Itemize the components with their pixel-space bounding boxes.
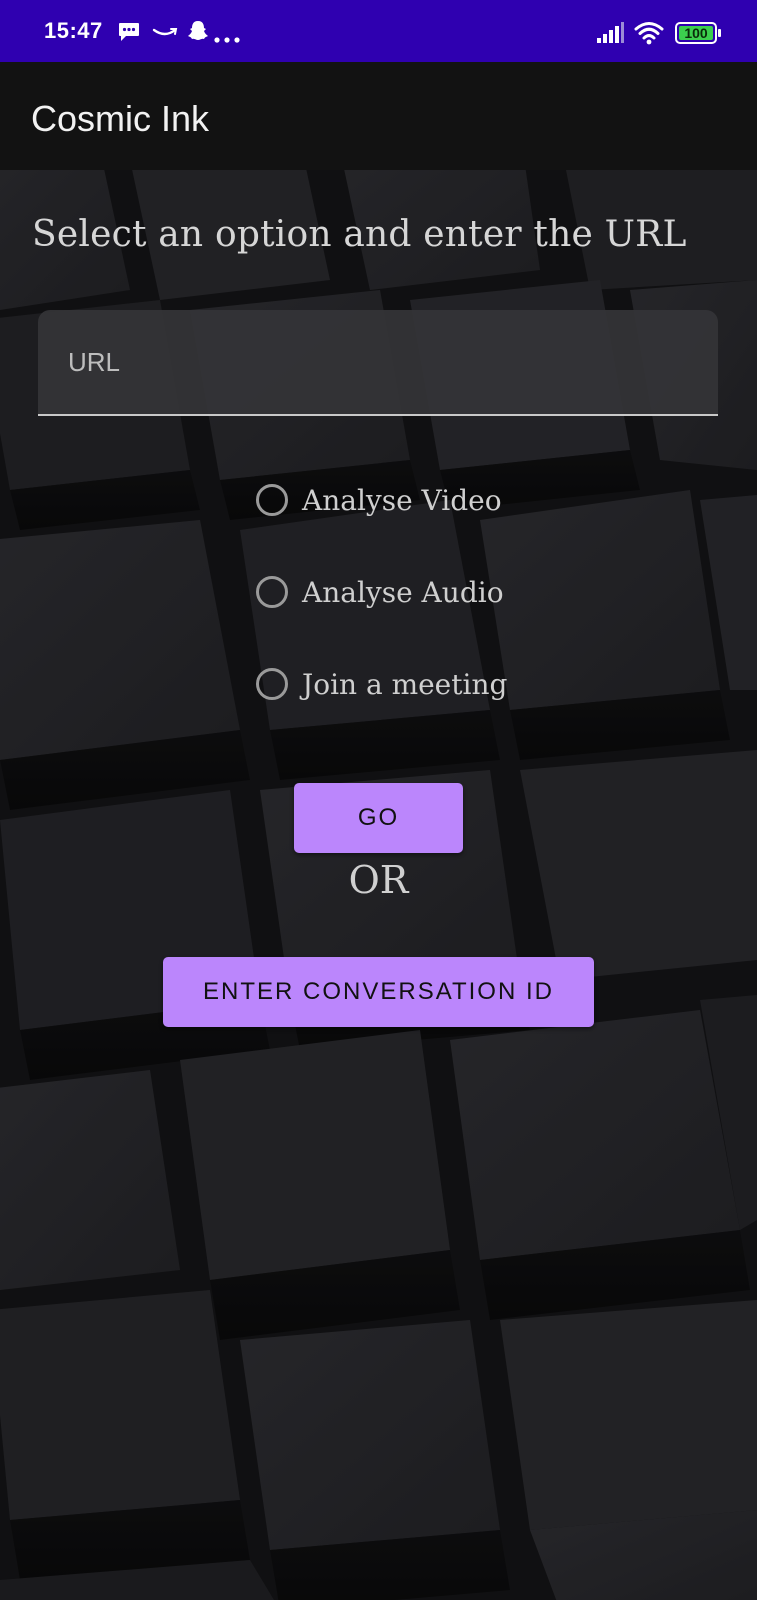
wifi-icon <box>634 20 664 51</box>
radio-circle-icon[interactable] <box>256 668 288 700</box>
screen: 15:47 100 Cosmic Ink Select an option an… <box>0 0 757 1600</box>
or-divider-text: OR <box>348 858 409 902</box>
radio-join-meeting[interactable]: Join a meeting <box>256 659 507 709</box>
radio-circle-icon[interactable] <box>256 576 288 608</box>
radio-analyse-audio[interactable]: Analyse Audio <box>256 567 504 617</box>
radio-circle-icon[interactable] <box>256 484 288 516</box>
url-field[interactable] <box>38 310 718 416</box>
message-icon <box>118 22 140 47</box>
battery-level: 100 <box>684 25 708 41</box>
status-time: 15:47 <box>44 18 103 43</box>
radio-analyse-video[interactable]: Analyse Video <box>256 475 502 525</box>
url-input[interactable] <box>38 310 718 414</box>
radio-label: Analyse Video <box>302 483 502 517</box>
page-headline: Select an option and enter the URL <box>32 214 687 255</box>
status-bar: 15:47 100 <box>0 0 757 62</box>
more-dots-icon <box>214 30 240 48</box>
radio-label: Join a meeting <box>302 667 508 701</box>
snapchat-icon <box>187 19 209 48</box>
main-content: Select an option and enter the URL Analy… <box>0 170 757 1600</box>
app-bar: Cosmic Ink <box>0 62 757 170</box>
radio-label: Analyse Audio <box>302 575 504 609</box>
signal-icon <box>596 22 624 49</box>
app-title: Cosmic Ink <box>31 98 210 139</box>
amazon-icon <box>152 26 178 45</box>
go-button[interactable]: GO <box>294 783 463 853</box>
enter-conversation-id-button[interactable]: ENTER CONVERSATION ID <box>163 957 594 1027</box>
